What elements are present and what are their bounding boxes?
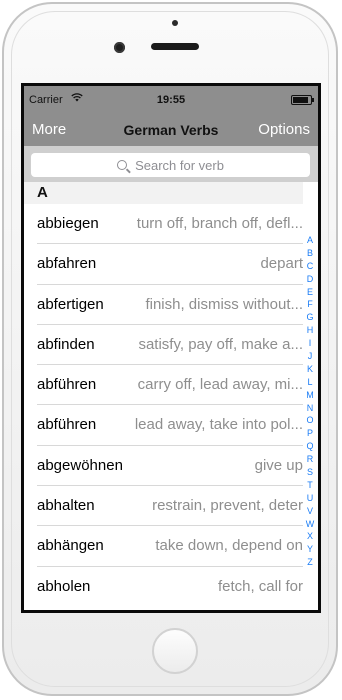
index-letter[interactable]: A bbox=[303, 234, 317, 247]
options-button[interactable]: Options bbox=[258, 121, 310, 138]
index-letter[interactable]: P bbox=[303, 427, 317, 440]
list-item[interactable]: abführen carry off, lead away, mi... bbox=[37, 365, 303, 406]
list-item[interactable]: abholen fetch, call for bbox=[37, 567, 303, 607]
verb-meaning: fetch, call for bbox=[217, 577, 303, 595]
index-letter[interactable]: G bbox=[303, 311, 317, 324]
index-letter[interactable]: N bbox=[303, 402, 317, 415]
verb-label: abführen bbox=[37, 376, 97, 394]
index-letter[interactable]: J bbox=[303, 350, 317, 363]
navigation-bar: More German Verbs Options bbox=[24, 115, 318, 146]
index-letter[interactable]: D bbox=[303, 273, 317, 286]
alphabet-index[interactable]: ABCDEFGHIJKLMNOPQRSTUVWXYZ bbox=[303, 234, 317, 569]
index-letter[interactable]: L bbox=[303, 376, 317, 389]
verb-label: abhalten bbox=[37, 497, 95, 515]
verb-label: abfahren bbox=[37, 255, 97, 273]
verb-label: abfertigen bbox=[37, 295, 104, 313]
index-letter[interactable]: R bbox=[303, 453, 317, 466]
list-item[interactable]: abbiegen turn off, branch off, defl... bbox=[37, 204, 303, 245]
search-icon bbox=[117, 160, 128, 170]
battery-icon bbox=[291, 95, 314, 105]
search-bar: Search for verb bbox=[24, 146, 318, 182]
app-screen: Carrier 19:55 More German Verbs Options … bbox=[21, 83, 321, 613]
index-letter[interactable]: M bbox=[303, 389, 317, 402]
index-letter[interactable]: I bbox=[303, 337, 317, 350]
earpiece-speaker bbox=[151, 43, 199, 50]
index-letter[interactable]: U bbox=[303, 492, 317, 505]
list-item[interactable]: abfahren depart bbox=[37, 244, 303, 285]
index-letter[interactable]: W bbox=[303, 518, 317, 531]
verb-list: abbiegen turn off, branch off, defl... abf… bbox=[24, 204, 318, 607]
verb-label: abgewöhnen bbox=[37, 456, 123, 474]
verb-label: abführen bbox=[37, 416, 97, 434]
verb-meaning: depart bbox=[260, 255, 303, 273]
verb-meaning: lead away, take into pol... bbox=[134, 416, 303, 434]
verb-label: abfinden bbox=[37, 335, 95, 353]
index-letter[interactable]: C bbox=[303, 260, 317, 273]
verb-label: abholen bbox=[37, 577, 91, 595]
list-item[interactable]: abhängen take down, depend on bbox=[37, 526, 303, 567]
index-letter[interactable]: Y bbox=[303, 543, 317, 556]
verb-meaning: take down, depend on bbox=[155, 537, 303, 555]
status-bar: Carrier 19:55 bbox=[24, 86, 318, 115]
verb-meaning: turn off, branch off, defl... bbox=[136, 215, 303, 232]
list-item[interactable]: abgewöhnen give up bbox=[37, 446, 303, 487]
home-button[interactable] bbox=[152, 628, 198, 674]
verb-meaning: satisfy, pay off, make a... bbox=[138, 335, 303, 353]
front-camera-icon bbox=[114, 42, 125, 53]
list-item[interactable]: abfertigen finish, dismiss without... bbox=[37, 285, 303, 325]
proximity-sensor bbox=[172, 20, 178, 26]
index-letter[interactable]: V bbox=[303, 505, 317, 518]
section-header-a: A bbox=[24, 182, 303, 204]
index-letter[interactable]: S bbox=[303, 466, 317, 479]
index-letter[interactable]: X bbox=[303, 530, 317, 543]
index-letter[interactable]: O bbox=[303, 414, 317, 427]
list-item[interactable]: abfinden satisfy, pay off, make a... bbox=[37, 325, 303, 366]
verb-label: abhängen bbox=[37, 537, 104, 555]
index-letter[interactable]: H bbox=[303, 324, 317, 337]
verb-meaning: finish, dismiss without... bbox=[145, 295, 303, 313]
index-letter[interactable]: Z bbox=[303, 556, 317, 569]
verb-meaning: give up bbox=[254, 456, 303, 474]
index-letter[interactable]: E bbox=[303, 286, 317, 299]
index-letter[interactable]: K bbox=[303, 363, 317, 376]
list-item[interactable]: abführen lead away, take into pol... bbox=[37, 405, 303, 446]
verb-meaning: carry off, lead away, mi... bbox=[137, 376, 303, 394]
verb-meaning: restrain, prevent, deter bbox=[152, 497, 303, 515]
index-letter[interactable]: F bbox=[303, 298, 317, 311]
search-input[interactable]: Search for verb bbox=[31, 153, 310, 177]
index-letter[interactable]: Q bbox=[303, 440, 317, 453]
search-placeholder: Search for verb bbox=[135, 157, 224, 173]
list-item[interactable]: abhalten restrain, prevent, deter bbox=[37, 486, 303, 527]
clock: 19:55 bbox=[156, 94, 186, 106]
index-letter[interactable]: T bbox=[303, 479, 317, 492]
verb-label: abbiegen bbox=[37, 215, 99, 232]
index-letter[interactable]: B bbox=[303, 247, 317, 260]
